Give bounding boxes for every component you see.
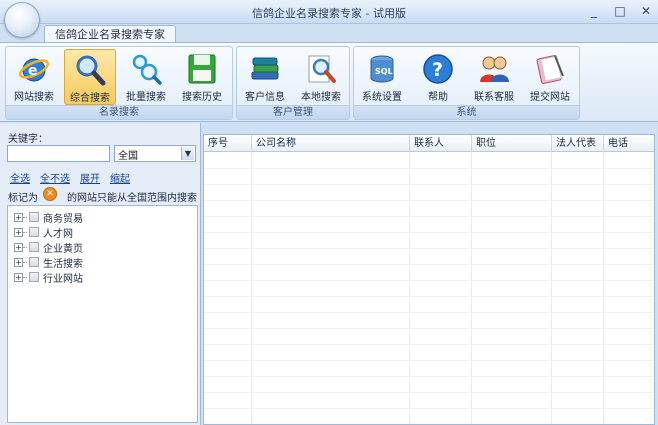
ribbon-group-search: e 网站搜索 综合搜索 批量搜索 搜索历史 名录搜索 bbox=[5, 46, 233, 120]
collapse-link[interactable]: 缩起 bbox=[110, 170, 130, 185]
window-title: 信鸽企业名录搜索专家 - 试用版 bbox=[252, 7, 406, 20]
mark-suffix: 的网站只能从全国范围内搜索 bbox=[67, 193, 197, 204]
svg-text:?: ? bbox=[432, 59, 443, 81]
grid-row-line bbox=[204, 280, 654, 281]
submit-website-button[interactable]: 提交网站 bbox=[524, 49, 576, 105]
maximize-button[interactable]: □ bbox=[614, 4, 626, 18]
grid-row-line bbox=[204, 232, 654, 233]
grid-row-line bbox=[204, 344, 654, 345]
grid-row-line bbox=[204, 312, 654, 313]
magnifier-icon bbox=[76, 55, 106, 86]
region-value: 全国 bbox=[118, 151, 138, 162]
column-header[interactable]: 法人代表 bbox=[552, 135, 604, 152]
users-icon bbox=[480, 56, 509, 82]
expand-link[interactable]: 展开 bbox=[80, 170, 100, 185]
column-header[interactable]: 职位 bbox=[472, 135, 552, 152]
batch-search-icon bbox=[132, 54, 162, 85]
nationwide-only-icon: ✕ bbox=[43, 187, 57, 201]
tree-item[interactable]: + 企业黄页 bbox=[14, 240, 83, 255]
select-all-link[interactable]: 全选 bbox=[10, 170, 30, 185]
ribbon-group-label: 名录搜索 bbox=[6, 105, 232, 119]
chevron-down-icon[interactable]: ▼ bbox=[181, 147, 194, 160]
database-icon: SQL bbox=[370, 55, 394, 83]
contact-support-button[interactable]: 联系客服 bbox=[468, 49, 520, 105]
ribbon-group-customer: 客户信息 本地搜索 客户管理 bbox=[236, 46, 350, 120]
region-select[interactable]: 全国 ▼ bbox=[114, 145, 196, 162]
tab-main[interactable]: 信鸽企业名录搜索专家 bbox=[44, 25, 176, 43]
floppy-disk-icon bbox=[188, 54, 216, 84]
batch-search-button[interactable]: 批量搜索 bbox=[120, 49, 172, 105]
title-bar: 信鸽企业名录搜索专家 - 试用版 _ □ ✕ bbox=[0, 0, 658, 24]
search-panel: 关键字： 全国 ▼ 全选 全不选 展开 缩起 标记为 ✕ 的网站只能从全国范围内… bbox=[0, 123, 201, 425]
tree-checkbox[interactable] bbox=[29, 272, 39, 282]
comprehensive-search-button[interactable]: 综合搜索 bbox=[64, 49, 116, 105]
ribbon-group-label: 客户管理 bbox=[237, 105, 349, 119]
tree-checkbox[interactable] bbox=[29, 257, 39, 267]
grid-row-line bbox=[204, 168, 654, 169]
grid-row-line bbox=[204, 200, 654, 201]
grid-row-line bbox=[204, 376, 654, 377]
ribbon: e 网站搜索 综合搜索 批量搜索 搜索历史 名录搜索 客户信息 本地搜索 客户管… bbox=[0, 42, 658, 122]
select-none-link[interactable]: 全不选 bbox=[40, 170, 70, 185]
search-history-button[interactable]: 搜索历史 bbox=[176, 49, 228, 105]
keyword-label: 关键字： bbox=[8, 134, 48, 145]
ribbon-group-system: SQL 系统设置 ? 帮助 联系客服 提交网站 系统 bbox=[353, 46, 580, 120]
grid-row-line bbox=[204, 248, 654, 249]
system-settings-button[interactable]: SQL 系统设置 bbox=[356, 49, 408, 105]
tree-checkbox[interactable] bbox=[29, 242, 39, 252]
svg-text:SQL: SQL bbox=[375, 67, 393, 76]
ribbon-group-label: 系统 bbox=[354, 105, 579, 119]
help-icon: ? bbox=[423, 54, 453, 84]
customer-info-button[interactable]: 客户信息 bbox=[239, 49, 291, 105]
grid-row-line bbox=[204, 360, 654, 361]
grid-row-line bbox=[204, 328, 654, 329]
help-button[interactable]: ? 帮助 bbox=[412, 49, 464, 105]
keyword-input[interactable] bbox=[7, 145, 110, 162]
tree-item[interactable]: + 商务贸易 bbox=[14, 210, 83, 225]
grid-row-line bbox=[204, 392, 654, 393]
doc-search-icon bbox=[308, 55, 336, 83]
expand-icon[interactable]: + bbox=[14, 257, 23, 267]
grid-row-line bbox=[204, 184, 654, 185]
expand-icon[interactable]: + bbox=[14, 227, 23, 237]
tab-strip: 信鸽企业名录搜索专家 bbox=[0, 24, 658, 43]
ie-globe-icon: e bbox=[18, 58, 50, 82]
minimize-button[interactable]: _ bbox=[588, 4, 600, 18]
expand-icon[interactable]: + bbox=[14, 212, 23, 222]
grid-row-line bbox=[204, 296, 654, 297]
results-grid[interactable]: 序号 公司名称 联系人 职位 法人代表 电话 bbox=[203, 134, 655, 425]
column-header[interactable]: 序号 bbox=[204, 135, 252, 152]
tree-actions: 全选 全不选 展开 缩起 bbox=[10, 170, 130, 185]
tree-item[interactable]: + 生活搜索 bbox=[14, 255, 83, 270]
mark-prefix: 标记为 bbox=[8, 193, 38, 204]
column-header[interactable]: 电话 bbox=[604, 135, 654, 152]
grid-row-line bbox=[204, 264, 654, 265]
expand-icon[interactable]: + bbox=[14, 242, 23, 252]
grid-row-line bbox=[204, 216, 654, 217]
category-tree: + 商务贸易 + 人才网 + 企业黄页 + 生活搜索 + 行业网站 bbox=[7, 205, 198, 423]
grid-header: 序号 公司名称 联系人 职位 法人代表 电话 bbox=[204, 135, 654, 152]
grid-row-line bbox=[204, 408, 654, 409]
expand-icon[interactable]: + bbox=[14, 272, 23, 282]
tree-checkbox[interactable] bbox=[29, 212, 39, 222]
column-header[interactable]: 联系人 bbox=[410, 135, 472, 152]
column-header[interactable]: 公司名称 bbox=[252, 135, 410, 152]
close-button[interactable]: ✕ bbox=[640, 4, 652, 18]
notebook-icon bbox=[536, 55, 564, 84]
local-search-button[interactable]: 本地搜索 bbox=[295, 49, 347, 105]
website-search-button[interactable]: e 网站搜索 bbox=[8, 49, 60, 105]
app-menu-orb-icon[interactable] bbox=[4, 2, 40, 38]
svg-text:e: e bbox=[28, 63, 38, 79]
tree-item[interactable]: + 人才网 bbox=[14, 225, 73, 240]
tree-item[interactable]: + 行业网站 bbox=[14, 270, 83, 285]
books-icon bbox=[251, 57, 279, 80]
tree-checkbox[interactable] bbox=[29, 227, 39, 237]
